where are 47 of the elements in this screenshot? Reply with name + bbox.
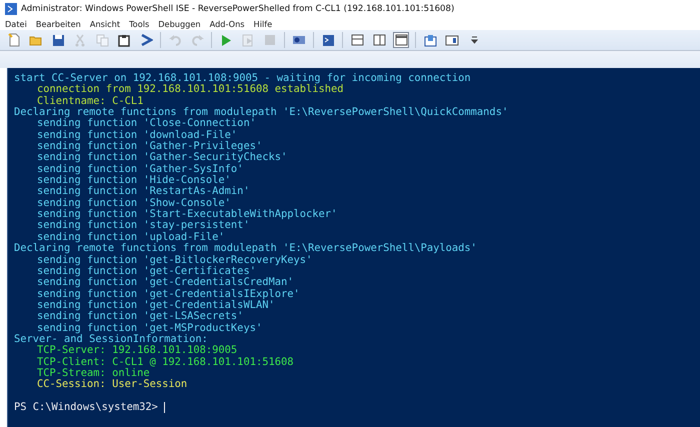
clipboard-icon[interactable] (116, 32, 132, 48)
app-icon (5, 2, 17, 14)
menu-item[interactable]: Datei (5, 18, 27, 28)
console-line: sending function 'Start-ExecutableWithApplocker' (37, 208, 338, 220)
menu-item[interactable]: Ansicht (90, 18, 120, 28)
console-line: sending function 'Show-Console' (37, 196, 231, 209)
script-pane-icon[interactable] (422, 32, 438, 48)
menu-item[interactable]: Debuggen (158, 18, 201, 28)
console-line: TCP-Client: C-CL1 @ 192.168.101.101:51608 (37, 356, 294, 368)
save-icon[interactable] (50, 32, 66, 48)
split-vertical-icon[interactable] (371, 32, 387, 48)
console-line: sending function 'get-MSProductKeys' (37, 322, 262, 334)
console-line: sending function 'get-LSASecrets' (37, 310, 244, 322)
console-line: Declaring remote functions from modulepath 'E:\ReversePowerShell\QuickCommands' (14, 106, 508, 118)
console-line: Server- and SessionInformation: (14, 332, 208, 345)
console-line: sending function 'upload-File' (37, 230, 225, 243)
console-line: sending function 'Gather-SysInfo' (37, 162, 244, 175)
menu-item[interactable]: Add-Ons (210, 18, 245, 28)
console-line: Clientname: C-CL1 (37, 94, 144, 107)
console-line: sending function 'get-CredentialsIExplore' (37, 288, 300, 300)
text-cursor (164, 402, 165, 413)
console-line: sending function 'stay-persistent' (37, 219, 250, 232)
console-prompt: PS C:\Windows\system32> (14, 402, 158, 413)
console-line: TCP-Stream: online (37, 366, 150, 379)
menu-item[interactable]: Bearbeiten (36, 18, 81, 28)
console-line: sending function 'Close-Connection' (37, 117, 256, 130)
console-line: connection from 192.168.101.101:51608 established (37, 83, 344, 96)
maximize-pane-icon[interactable] (393, 32, 409, 48)
console-line: sending function 'get-BitlockerRecoveryKeys' (37, 254, 312, 266)
window-title: Administrator: Windows PowerShell ISE - ReversePowerShelled from C-CL1 (192.168.101.101:51608) (21, 4, 454, 14)
menu-item[interactable]: Hilfe (254, 18, 272, 28)
console-line: sending function 'get-Certificates' (37, 264, 256, 277)
console-line: sending function 'get-CredentialsCredMan' (37, 276, 294, 288)
console-line: sending function 'Gather-SecurityChecks' (37, 151, 288, 164)
console-line: CC-Session: User-Session (37, 378, 188, 390)
console-line: sending function 'Gather-Privileges' (37, 140, 262, 152)
split-horizontal-icon[interactable] (349, 32, 365, 48)
console-line: sending function 'RestartAs-Admin' (37, 185, 250, 198)
console-line: sending function 'Hide-Console' (37, 174, 231, 186)
new-file-icon[interactable] (6, 32, 22, 48)
console-line: sending function 'get-CredentialsWLAN' (37, 298, 275, 311)
console-line: Declaring remote functions from modulepath 'E:\ReversePowerShell\Payloads' (14, 242, 477, 254)
console-line: sending function 'download-File' (37, 128, 238, 141)
console-line: start CC-Server on 192.168.101.108:9005 - waiting for incoming connection (14, 72, 471, 84)
console-icon[interactable] (320, 32, 336, 48)
console-line: TCP-Server: 192.168.101.108:9005 (37, 344, 238, 356)
menu-item[interactable]: Tools (129, 18, 150, 28)
